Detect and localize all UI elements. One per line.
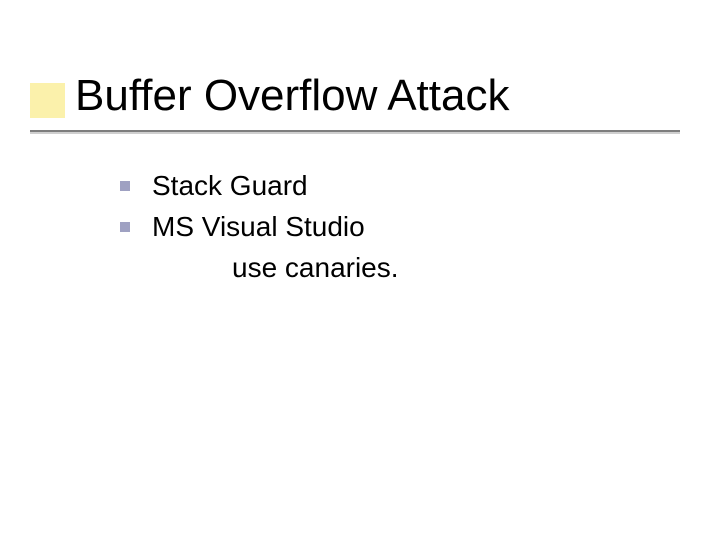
bullet-text: MS Visual Studio <box>152 209 365 244</box>
content-area: Stack Guard MS Visual Studio use canarie… <box>120 168 399 291</box>
slide: Buffer Overflow Attack Stack Guard MS Vi… <box>0 0 720 540</box>
title-underline <box>30 130 680 134</box>
square-bullet-icon <box>120 222 130 232</box>
title-accent-box <box>30 83 65 118</box>
list-subline: use canaries. <box>232 250 399 285</box>
list-item: MS Visual Studio <box>120 209 399 244</box>
list-item: Stack Guard <box>120 168 399 203</box>
title-wrap: Buffer Overflow Attack <box>75 72 509 120</box>
subline-text: use canaries. <box>232 250 399 285</box>
slide-title: Buffer Overflow Attack <box>75 72 509 120</box>
square-bullet-icon <box>120 181 130 191</box>
bullet-text: Stack Guard <box>152 168 308 203</box>
